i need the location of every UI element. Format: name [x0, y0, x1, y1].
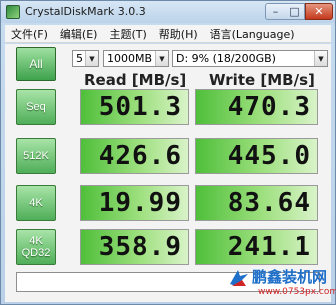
dropdown-arrow-icon[interactable]: ▼ — [85, 51, 98, 66]
seq-read-result: 501.3 — [80, 89, 189, 125]
minimize-button[interactable]: – — [265, 3, 285, 20]
drive-select[interactable]: D: 9% (18/200GB) ▼ — [172, 50, 328, 67]
menu-theme[interactable]: 主题(T) — [103, 26, 152, 42]
row-label: 4K — [29, 197, 43, 209]
4k-test-button[interactable]: 4K — [16, 185, 56, 221]
4k-qd32-test-button[interactable]: 4K QD32 — [16, 229, 56, 265]
maximize-button[interactable]: □ — [285, 3, 305, 20]
4k-qd32-write-result: 241.1 — [195, 229, 318, 265]
4k-qd32-read-result: 358.9 — [80, 229, 189, 265]
run-all-button[interactable]: All — [16, 47, 56, 81]
512k-write-result: 445.0 — [195, 138, 318, 174]
row-label: 512K — [23, 150, 49, 162]
menu-edit[interactable]: 编辑(E) — [54, 26, 104, 42]
512k-test-button[interactable]: 512K — [16, 138, 56, 174]
site-watermark: 鹏鑫装机网 www.0753px.com — [228, 262, 336, 305]
row-label: Seq — [26, 101, 46, 113]
close-button[interactable]: ✕ — [305, 3, 333, 20]
seq-test-button[interactable]: Seq — [16, 89, 56, 125]
write-column-header: Write [MB/s] — [209, 71, 315, 89]
window-title: CrystalDiskMark 3.0.3 — [25, 5, 146, 18]
drive-value: D: 9% (18/200GB) — [176, 52, 276, 65]
4k-read-result: 19.99 — [80, 185, 189, 221]
title-bar[interactable]: CrystalDiskMark 3.0.3 – □ ✕ — [1, 1, 335, 23]
4k-write-result: 83.64 — [195, 185, 318, 221]
test-size-value: 1000MB — [107, 52, 153, 65]
test-size-select[interactable]: 1000MB ▼ — [103, 50, 169, 67]
row-label: 4K — [29, 235, 43, 247]
menu-bar: 文件(F) 编辑(E) 主题(T) 帮助(H) 语言(Language) — [5, 25, 331, 43]
menu-help[interactable]: 帮助(H) — [153, 26, 204, 42]
512k-read-result: 426.6 — [80, 138, 189, 174]
dropdown-arrow-icon[interactable]: ▼ — [314, 51, 327, 66]
app-icon — [6, 5, 20, 19]
watermark-url: www.0753px.com — [258, 287, 336, 297]
watermark-name: 鹏鑫装机网 — [252, 268, 328, 286]
watermark-logo-icon — [230, 270, 248, 286]
menu-file[interactable]: 文件(F) — [5, 26, 54, 42]
row-sublabel: QD32 — [21, 247, 51, 259]
test-count-select[interactable]: 5 ▼ — [72, 50, 99, 67]
read-column-header: Read [MB/s] — [84, 71, 187, 89]
seq-write-result: 470.3 — [195, 89, 318, 125]
test-count-value: 5 — [76, 52, 83, 65]
menu-language[interactable]: 语言(Language) — [204, 26, 301, 42]
dropdown-arrow-icon[interactable]: ▼ — [155, 51, 168, 66]
